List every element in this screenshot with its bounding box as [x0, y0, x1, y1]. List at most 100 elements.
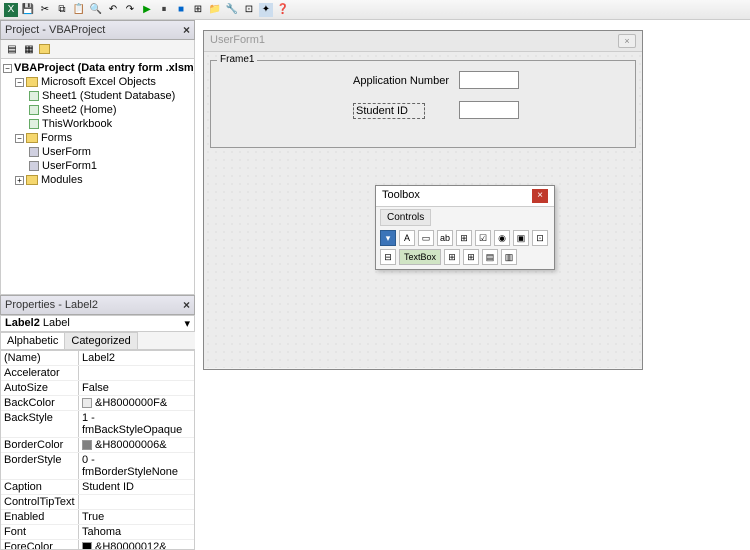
forms-node[interactable]: Forms [41, 132, 72, 144]
properties-tabs: Alphabetic Categorized [0, 332, 195, 350]
sheet-node[interactable]: Sheet2 (Home) [42, 104, 117, 116]
label-app-number[interactable]: Application Number [353, 75, 449, 87]
toolbox-close-icon[interactable]: × [532, 189, 548, 203]
property-row[interactable]: BorderStyle0 - fmBorderStyleNone [1, 453, 194, 480]
excel-icon[interactable]: X [4, 3, 18, 17]
tool-combobox[interactable]: ab [437, 230, 453, 246]
folder-icon [26, 77, 38, 87]
property-name: BackColor [1, 396, 79, 410]
tool-option[interactable]: ◉ [494, 230, 510, 246]
cut-icon[interactable]: ✂ [38, 3, 52, 17]
property-name: (Name) [1, 351, 79, 365]
property-row[interactable]: Accelerator [1, 366, 194, 381]
project-root[interactable]: VBAProject (Data entry form .xlsm) [14, 62, 195, 74]
object-selector[interactable]: Label2 Label ▾ [0, 315, 195, 332]
tool-command[interactable]: ⊟ [380, 249, 396, 265]
undo-icon[interactable]: ↶ [106, 3, 120, 17]
folder-toggle-icon[interactable] [39, 42, 53, 56]
property-value[interactable]: 0 - fmBorderStyleNone [79, 453, 194, 479]
expand-icon[interactable]: − [15, 134, 24, 143]
property-row[interactable]: BackStyle1 - fmBackStyleOpaque [1, 411, 194, 438]
sheet-icon [29, 105, 39, 115]
property-value[interactable]: &H8000000F& [79, 396, 194, 410]
view-object-icon[interactable]: ▦ [22, 42, 36, 56]
tool-scrollbar[interactable]: ▤ [482, 249, 498, 265]
tool-pointer[interactable]: ▾ [380, 230, 396, 246]
modules-node[interactable]: Modules [41, 174, 83, 186]
expand-icon[interactable]: − [3, 64, 12, 73]
property-value[interactable]: True [79, 510, 194, 524]
property-row[interactable]: CaptionStudent ID [1, 480, 194, 495]
property-row[interactable]: AutoSizeFalse [1, 381, 194, 396]
property-row[interactable]: ControlTipText [1, 495, 194, 510]
help-icon[interactable]: ❓ [276, 3, 290, 17]
tool-frame[interactable]: ⊡ [532, 230, 548, 246]
design-icon[interactable]: ⊞ [191, 3, 205, 17]
sheet-icon [29, 91, 39, 101]
textbox-student-id[interactable] [459, 101, 519, 119]
property-name: ForeColor [1, 540, 79, 550]
redo-icon[interactable]: ↷ [123, 3, 137, 17]
run-icon[interactable]: ▶ [140, 3, 154, 17]
property-value[interactable]: Label2 [79, 351, 194, 365]
browser-icon[interactable]: ⊡ [242, 3, 256, 17]
label-student-id[interactable]: Student ID [353, 103, 425, 119]
form-close-icon[interactable]: × [618, 34, 636, 48]
designer-titlebar[interactable]: UserForm1 × [204, 31, 642, 52]
project-toolbar: ▤ ▦ [0, 40, 195, 59]
property-row[interactable]: FontTahoma [1, 525, 194, 540]
property-value[interactable] [79, 495, 194, 509]
property-row[interactable]: BackColor&H8000000F& [1, 396, 194, 411]
property-row[interactable]: EnabledTrue [1, 510, 194, 525]
pause-icon[interactable]: ⏸ [157, 3, 171, 17]
property-value[interactable]: Tahoma [79, 525, 194, 539]
tab-categorized[interactable]: Categorized [64, 332, 137, 349]
toolbox-titlebar[interactable]: Toolbox × [376, 186, 554, 207]
form-node[interactable]: UserForm1 [42, 160, 97, 172]
tool-checkbox[interactable]: ☑ [475, 230, 491, 246]
frame-control[interactable]: Frame1 Application Number Student ID [210, 60, 636, 148]
property-row[interactable]: ForeColor&H80000012& [1, 540, 194, 550]
toolbox-window[interactable]: Toolbox × Controls ▾ A ▭ ab ⊞ ☑ ◉ ▣ ⊡ ⊟ … [375, 185, 555, 270]
copy-icon[interactable]: ⧉ [55, 3, 69, 17]
toolbox-tab-controls[interactable]: Controls [380, 209, 431, 226]
property-value[interactable]: &H80000012& [79, 540, 194, 550]
toolbox-title-text: Toolbox [382, 189, 420, 203]
properties-grid[interactable]: (Name)Label2AcceleratorAutoSizeFalseBack… [0, 350, 195, 550]
form-node[interactable]: UserForm [42, 146, 91, 158]
textbox-app-number[interactable] [459, 71, 519, 89]
tool-listbox[interactable]: ⊞ [456, 230, 472, 246]
tool-label[interactable]: A [399, 230, 415, 246]
tab-alphabetic[interactable]: Alphabetic [0, 332, 65, 349]
tool-textbox[interactable]: ▭ [418, 230, 434, 246]
property-value[interactable]: &H80000006& [79, 438, 194, 452]
tool-toggle[interactable]: ▣ [513, 230, 529, 246]
expand-icon[interactable]: + [15, 176, 24, 185]
expand-icon[interactable]: − [15, 78, 24, 87]
property-value[interactable] [79, 366, 194, 380]
excel-objects-node[interactable]: Microsoft Excel Objects [41, 76, 156, 88]
project-icon[interactable]: 📁 [208, 3, 222, 17]
close-icon[interactable]: × [183, 23, 190, 37]
tool-tabstrip[interactable]: ⊞ [444, 249, 460, 265]
property-value[interactable]: False [79, 381, 194, 395]
project-tree[interactable]: −VBAProject (Data entry form .xlsm) −Mic… [0, 59, 195, 295]
property-row[interactable]: BorderColor&H80000006& [1, 438, 194, 453]
tool-textbox-hover[interactable]: TextBox [399, 249, 441, 265]
property-row[interactable]: (Name)Label2 [1, 351, 194, 366]
stop-icon[interactable]: ■ [174, 3, 188, 17]
save-icon[interactable]: 💾 [21, 3, 35, 17]
sheet-node[interactable]: Sheet1 (Student Database) [42, 90, 175, 102]
paste-icon[interactable]: 📋 [72, 3, 86, 17]
props-icon[interactable]: 🔧 [225, 3, 239, 17]
property-value[interactable]: Student ID [79, 480, 194, 494]
sheet-icon [29, 119, 39, 129]
tool-spin[interactable]: ▥ [501, 249, 517, 265]
find-icon[interactable]: 🔍 [89, 3, 103, 17]
workbook-node[interactable]: ThisWorkbook [42, 118, 112, 130]
toolbox-icon[interactable]: ✦ [259, 3, 273, 17]
close-icon[interactable]: × [183, 298, 190, 312]
property-value[interactable]: 1 - fmBackStyleOpaque [79, 411, 194, 437]
view-code-icon[interactable]: ▤ [5, 42, 19, 56]
tool-multipage[interactable]: ⊞ [463, 249, 479, 265]
